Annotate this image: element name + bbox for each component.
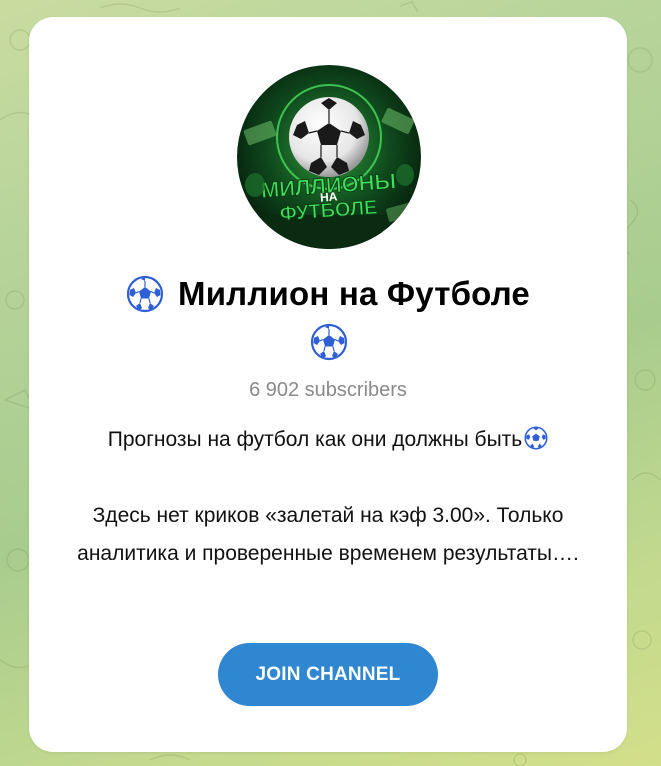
channel-title-row: Миллион на Футболе [29,275,627,313]
channel-title: Миллион на Футболе [178,275,530,312]
soccer-ball-icon [126,275,164,313]
channel-avatar-image: МИЛЛИОНЫ НА ФУТБОЛЕ [237,65,421,249]
soccer-ball-icon [524,426,548,450]
channel-description-line2: Здесь нет криков «залетай на кэф 3.00». … [77,504,579,565]
subscriber-count: 6 902 subscribers [249,379,407,401]
channel-description-line1: Прогнозы на футбол как они должны быть [49,421,607,459]
channel-avatar[interactable]: МИЛЛИОНЫ НА ФУТБОЛЕ [237,65,421,249]
soccer-ball-icon [310,323,348,361]
channel-preview-card: МИЛЛИОНЫ НА ФУТБОЛЕ Миллион на Футболе 6… [29,17,627,752]
join-channel-button[interactable]: JOIN CHANNEL [218,643,438,706]
description-text: Прогнозы на футбол как они должны быть [107,428,523,451]
